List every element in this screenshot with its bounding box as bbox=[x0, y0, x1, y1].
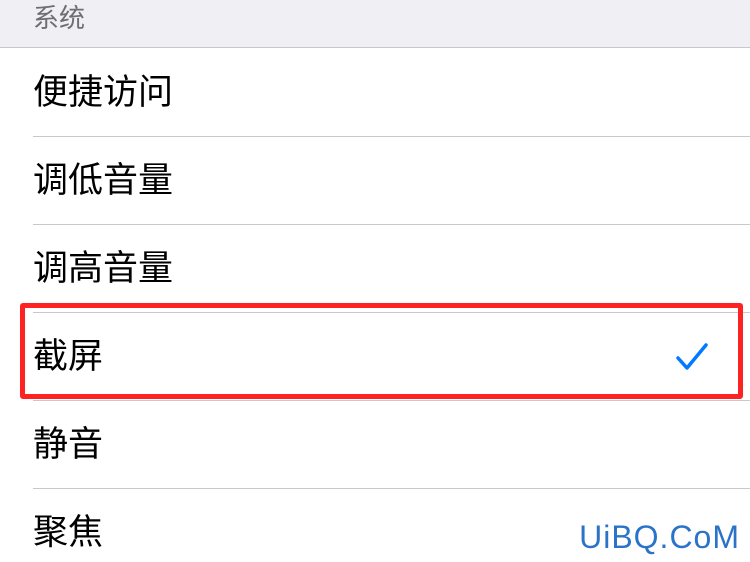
option-label: 调高音量 bbox=[33, 249, 174, 289]
option-row-volume-down[interactable]: 调低音量 bbox=[0, 137, 750, 225]
option-label: 静音 bbox=[33, 425, 104, 465]
option-label: 调低音量 bbox=[33, 161, 174, 201]
section-header-label: 系统 bbox=[33, 4, 86, 34]
option-row-mute[interactable]: 静音 bbox=[0, 401, 750, 489]
option-row-volume-up[interactable]: 调高音量 bbox=[0, 225, 750, 313]
section-header: 系统 bbox=[0, 0, 750, 48]
option-label: 聚焦 bbox=[33, 513, 104, 553]
option-label: 便捷访问 bbox=[33, 73, 174, 113]
settings-screen: 系统 便捷访问 调低音量 调高音量 截屏 静音 聚焦 UiBQ.CoM bbox=[0, 0, 750, 562]
option-row-screenshot[interactable]: 截屏 bbox=[0, 313, 750, 401]
checkmark-icon bbox=[676, 343, 708, 370]
watermark: UiBQ.CoM bbox=[579, 519, 740, 555]
option-label: 截屏 bbox=[33, 337, 104, 377]
option-row-accessibility[interactable]: 便捷访问 bbox=[0, 49, 750, 137]
